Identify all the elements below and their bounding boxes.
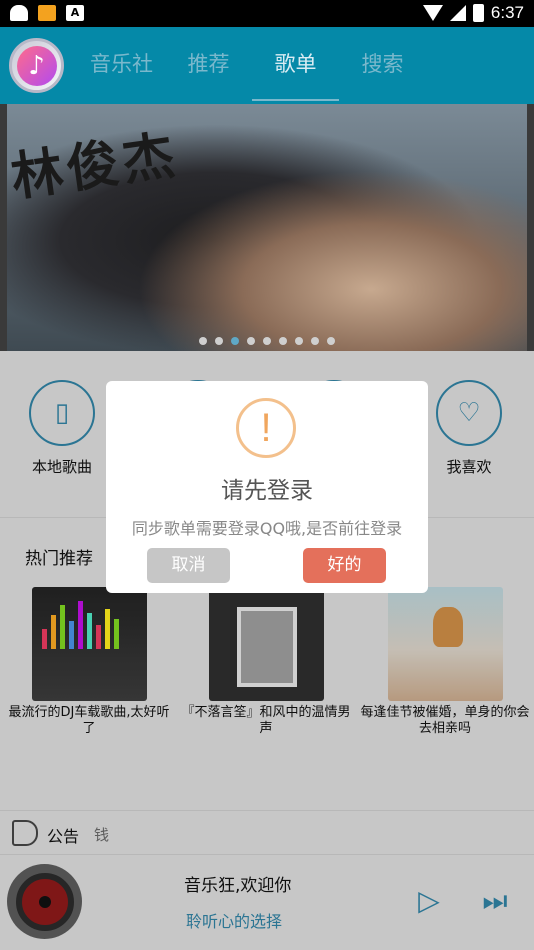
clock: 6:37: [490, 3, 524, 22]
battery-icon: [472, 4, 484, 22]
cancel-button[interactable]: 取消: [147, 548, 230, 583]
carousel-dot[interactable]: [327, 337, 335, 345]
ok-button[interactable]: 好的: [303, 548, 386, 583]
banner-carousel[interactable]: 林俊杰: [0, 104, 534, 351]
warning-icon: !: [236, 398, 296, 458]
tab-playlist[interactable]: 歌单: [252, 27, 339, 104]
carousel-dot[interactable]: [247, 337, 255, 345]
status-bar: A 6:37: [0, 0, 534, 27]
wifi-icon: [422, 5, 443, 21]
top-nav: ♪ 音乐社 推荐 歌单 搜索: [0, 27, 534, 104]
app-logo-icon[interactable]: ♪: [9, 38, 64, 93]
tab-recommend[interactable]: 推荐: [165, 27, 252, 104]
tab-music-club[interactable]: 音乐社: [78, 27, 165, 104]
carousel-dots: [0, 337, 534, 345]
carousel-dot[interactable]: [199, 337, 207, 345]
a-icon: A: [66, 5, 84, 21]
carousel-dot[interactable]: [311, 337, 319, 345]
tab-search[interactable]: 搜索: [339, 27, 426, 104]
signal-icon: [449, 5, 466, 21]
carousel-dot[interactable]: [231, 337, 239, 345]
dialog-message: 同步歌单需要登录QQ哦,是否前往登录: [131, 519, 403, 538]
carousel-dot[interactable]: [295, 337, 303, 345]
android-icon: [10, 5, 28, 21]
carousel-dot[interactable]: [215, 337, 223, 345]
login-dialog: ! 请先登录 同步歌单需要登录QQ哦,是否前往登录 取消 好的: [106, 381, 428, 593]
carousel-dot[interactable]: [263, 337, 271, 345]
carousel-dot[interactable]: [279, 337, 287, 345]
app-notification-icon: [38, 5, 56, 21]
dialog-title: 请先登录: [221, 478, 313, 504]
